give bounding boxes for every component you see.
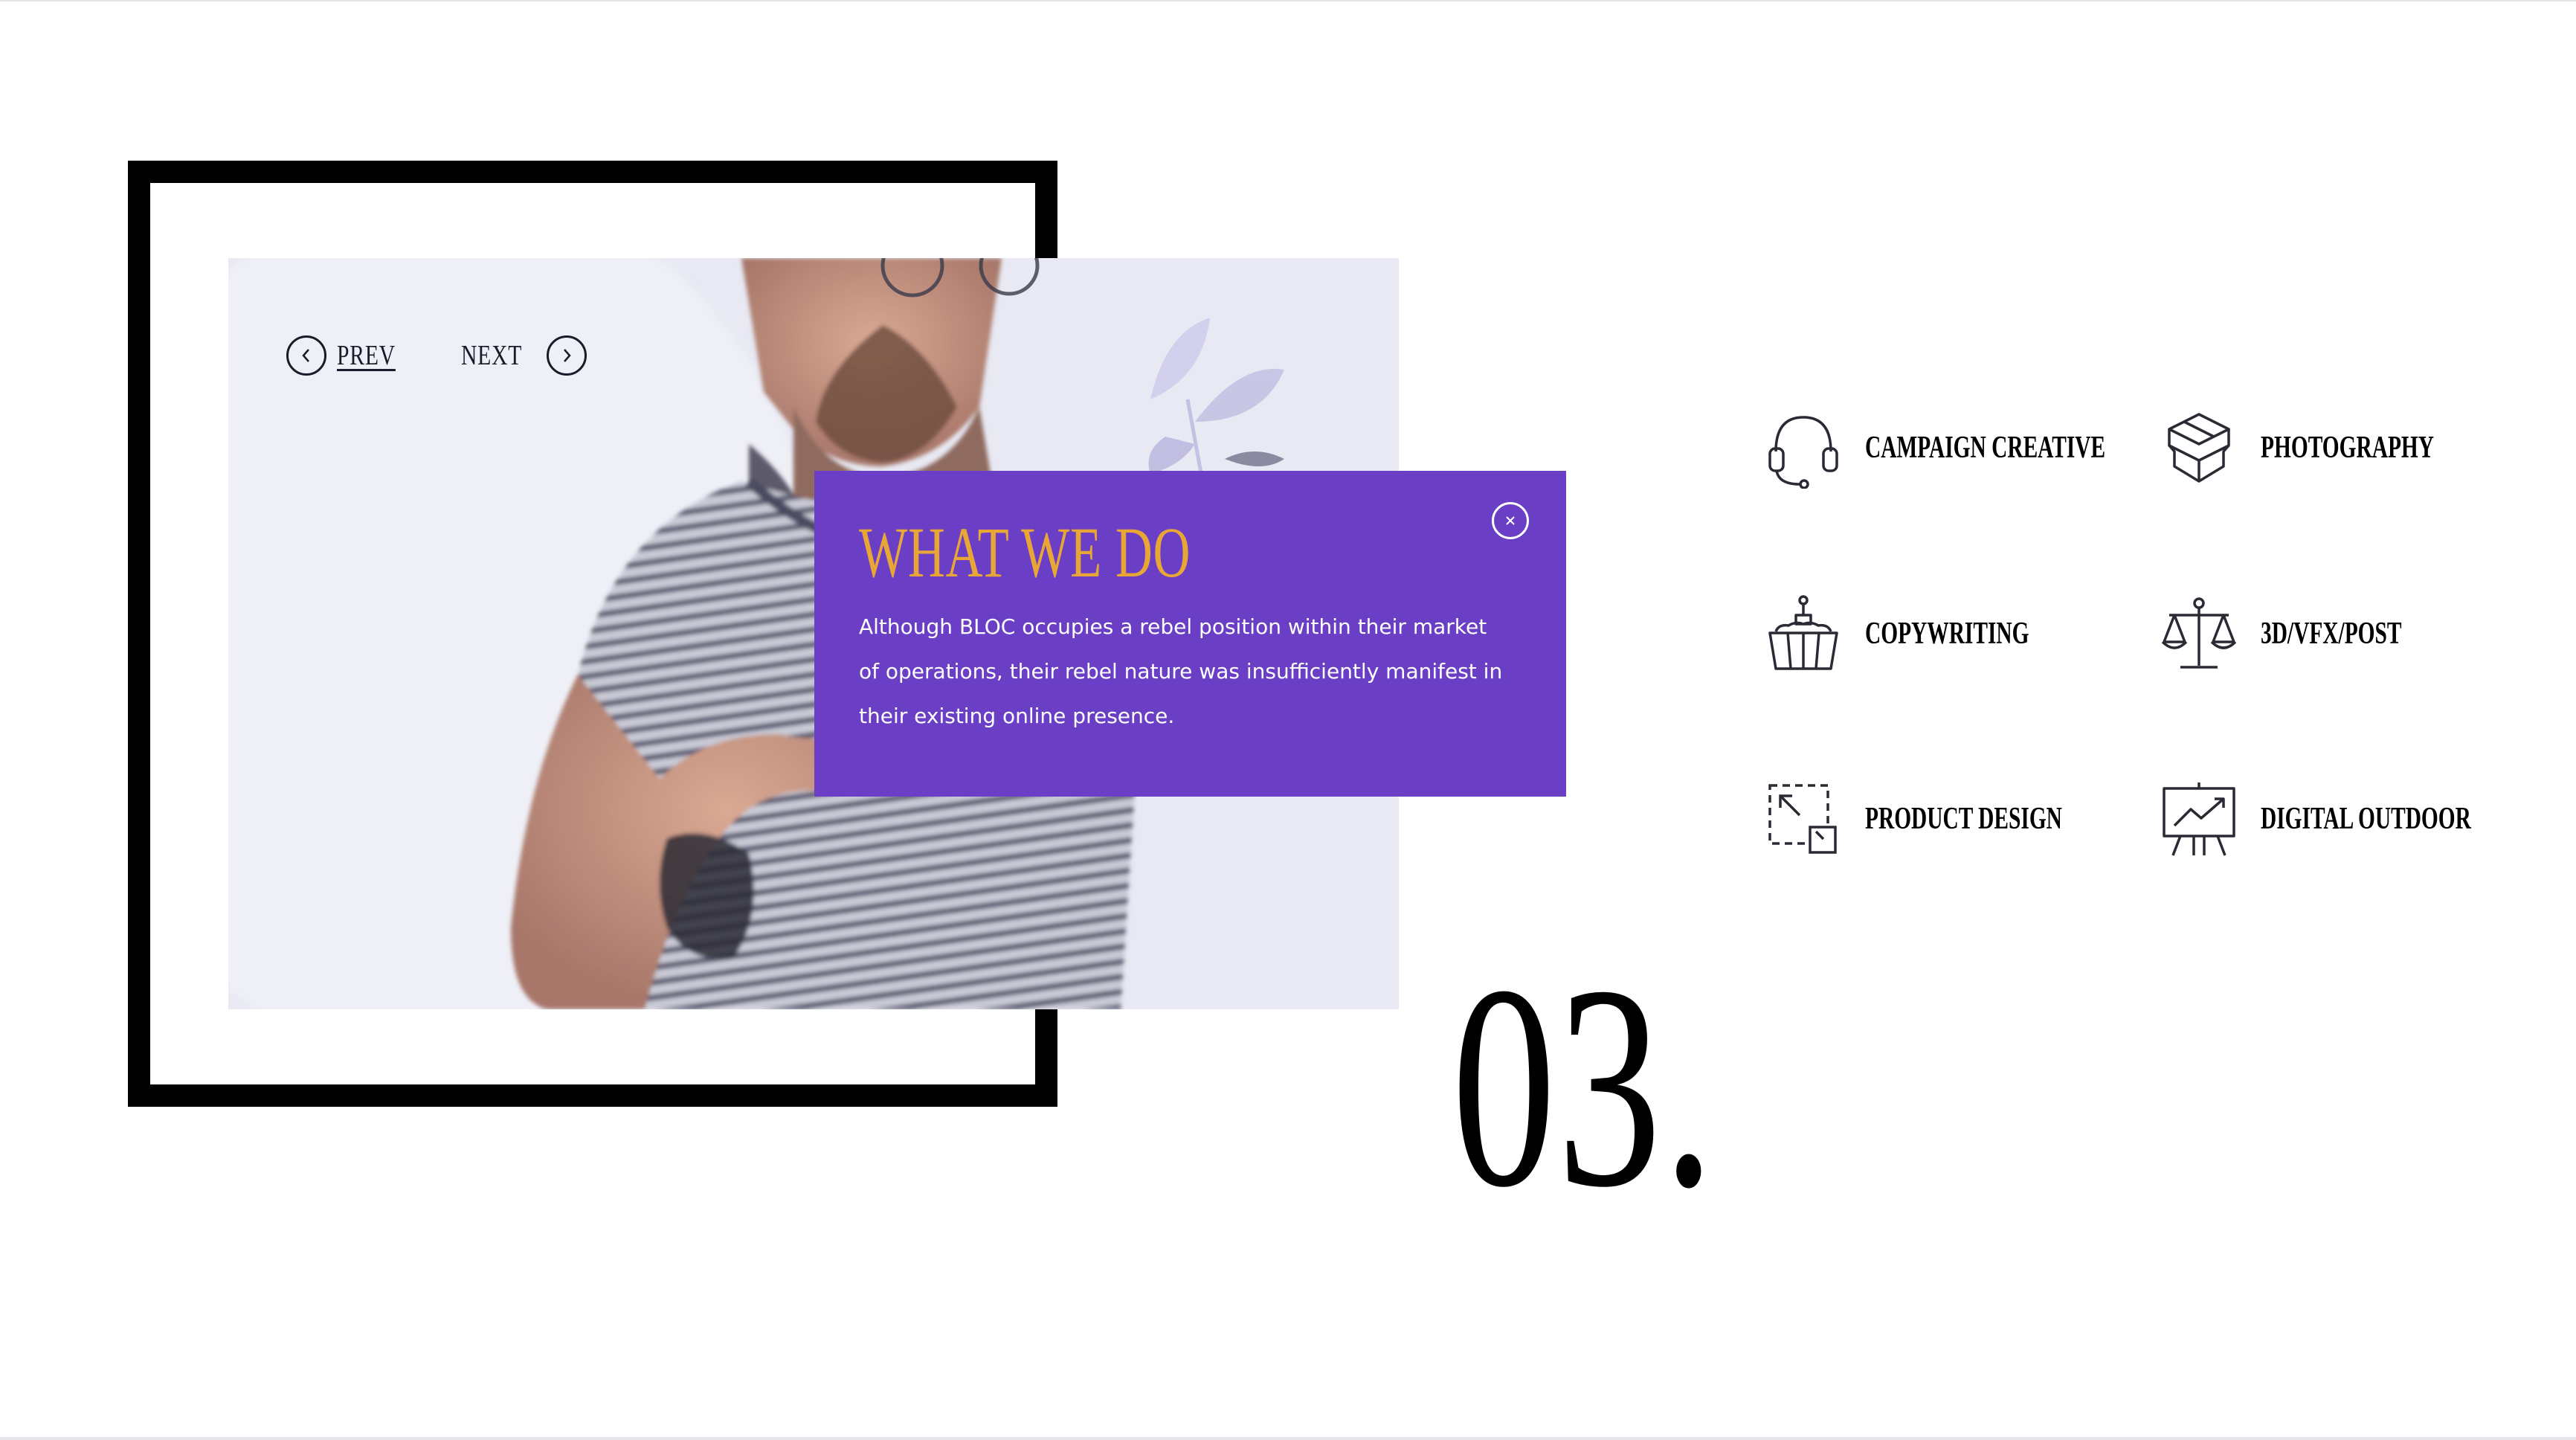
- what-we-do-card: WHAT WE DO Although BLOC occupies a rebe…: [814, 471, 1566, 797]
- next-link[interactable]: NEXT: [461, 339, 522, 372]
- service-3d-vfx-post[interactable]: 3D/VFX/POST: [2158, 589, 2462, 678]
- service-copywriting[interactable]: COPYWRITING: [1762, 589, 2099, 678]
- prev-arrow-button[interactable]: [286, 335, 326, 376]
- headset-icon: [1762, 407, 1844, 489]
- service-label: DIGITAL OUTDOOR: [2261, 802, 2471, 836]
- card-description: Although BLOC occupies a rebel position …: [859, 614, 1503, 728]
- service-photography[interactable]: PHOTOGRAPHY: [2158, 403, 2508, 492]
- prev-link[interactable]: PREV: [337, 339, 396, 372]
- cake-icon: [1762, 593, 1844, 675]
- resize-icon: [1762, 778, 1844, 860]
- card-title: WHAT WE DO: [859, 512, 1191, 592]
- chevron-left-icon: [302, 349, 309, 362]
- service-label: CAMPAIGN CREATIVE: [1865, 431, 2106, 465]
- box-icon: [2158, 407, 2240, 489]
- slider-nav: PREV NEXT: [286, 333, 587, 378]
- service-label: PRODUCT DESIGN: [1865, 802, 2062, 836]
- presentation-chart-icon: [2158, 778, 2240, 860]
- section-number: 03.: [1452, 926, 1716, 1247]
- service-campaign-creative[interactable]: CAMPAIGN CREATIVE: [1762, 403, 2209, 492]
- bottom-divider: [0, 1437, 2576, 1440]
- close-icon: [1506, 516, 1515, 525]
- top-divider: [0, 0, 2576, 1]
- service-label: 3D/VFX/POST: [2261, 617, 2402, 651]
- next-arrow-button[interactable]: [547, 335, 587, 376]
- chevron-right-icon: [564, 349, 572, 362]
- service-label: COPYWRITING: [1865, 617, 2029, 651]
- service-label: PHOTOGRAPHY: [2261, 431, 2435, 465]
- scales-icon: [2158, 593, 2240, 675]
- close-button[interactable]: [1492, 502, 1529, 539]
- service-digital-outdoor[interactable]: DIGITAL OUTDOOR: [2158, 774, 2561, 864]
- service-product-design[interactable]: PRODUCT DESIGN: [1762, 774, 2146, 864]
